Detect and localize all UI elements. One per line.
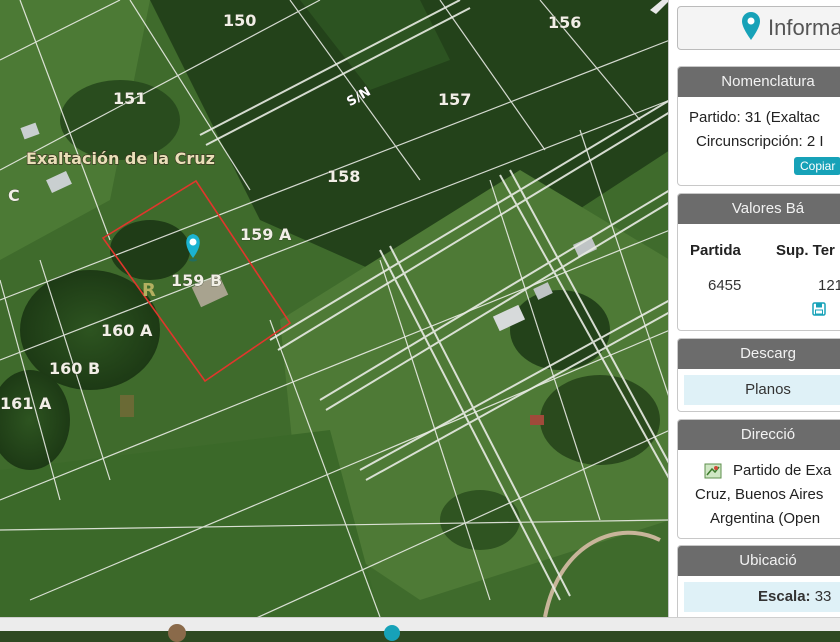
info-panel: Informa Nomenclatura Partido: 31 (Exalta… [668,0,840,617]
parcel-label-157: 157 [438,90,471,109]
parcel-label-160a: 160 A [101,321,153,340]
parcel-label-160b: 160 B [49,359,100,378]
direccion-heading[interactable]: Direcció [678,420,840,450]
panel-header: Informa [677,6,840,50]
descarga-card: Descarg Planos [677,338,840,412]
copy-button[interactable]: Copiar [794,157,840,175]
nomenclatura-card: Nomenclatura Partido: 31 (Exaltac Circun… [677,66,840,186]
bottom-bar [0,617,840,642]
ubicacion-heading[interactable]: Ubicació [678,546,840,576]
direccion-line-3[interactable]: Argentina (Open [710,510,820,527]
parcel-label-159a: 159 A [240,225,292,244]
avatar[interactable] [168,624,186,642]
location-pin-icon [742,11,760,45]
parcel-label-150: 150 [223,11,256,30]
nomenclatura-heading[interactable]: Nomenclatura [678,67,840,97]
panel-title: Informa [768,15,840,40]
scale-row: Escala: 33 [684,582,840,612]
partido-line: Partido: 31 (Exaltac [689,109,820,126]
col-partida-header: Partida [690,242,741,259]
zone-r-mark: R [142,280,156,301]
circunscripcion-line: Circunscripción: 2 I [696,133,824,150]
sup-value: 121 [818,277,840,294]
location-pin-icon[interactable] [384,625,400,641]
town-label: Exaltación de la Cruz [26,149,215,168]
valores-heading[interactable]: Valores Bá [678,194,840,224]
parcel-label-161a: 161 A [0,394,52,413]
direccion-line-2: Cruz, Buenos Aires [695,486,824,503]
direccion-line-1: Partido de Exa [733,462,832,479]
valores-card: Valores Bá Partida Sup. Ter 6455 121 [677,193,840,331]
direccion-card: Direcció Partido de Exa Cruz, Buenos Air… [677,419,840,539]
floppy-disk-icon[interactable] [812,302,826,321]
parcel-label-156: 156 [548,13,581,32]
descarga-heading[interactable]: Descarg [678,339,840,369]
parcel-label-158: 158 [327,167,360,186]
map-icon [704,462,722,485]
partida-value: 6455 [708,277,742,294]
scale-label: Escala: [758,588,811,605]
parcel-label-151: 151 [113,89,146,108]
planos-button[interactable]: Planos [684,375,840,405]
ubicacion-card: Ubicació Escala: 33 [677,545,840,617]
parcel-label-159b: 159 B [171,271,222,290]
scale-value: 33 [814,588,832,605]
col-sup-header: Sup. Ter [776,242,835,259]
parcel-label-c: C [8,186,20,205]
